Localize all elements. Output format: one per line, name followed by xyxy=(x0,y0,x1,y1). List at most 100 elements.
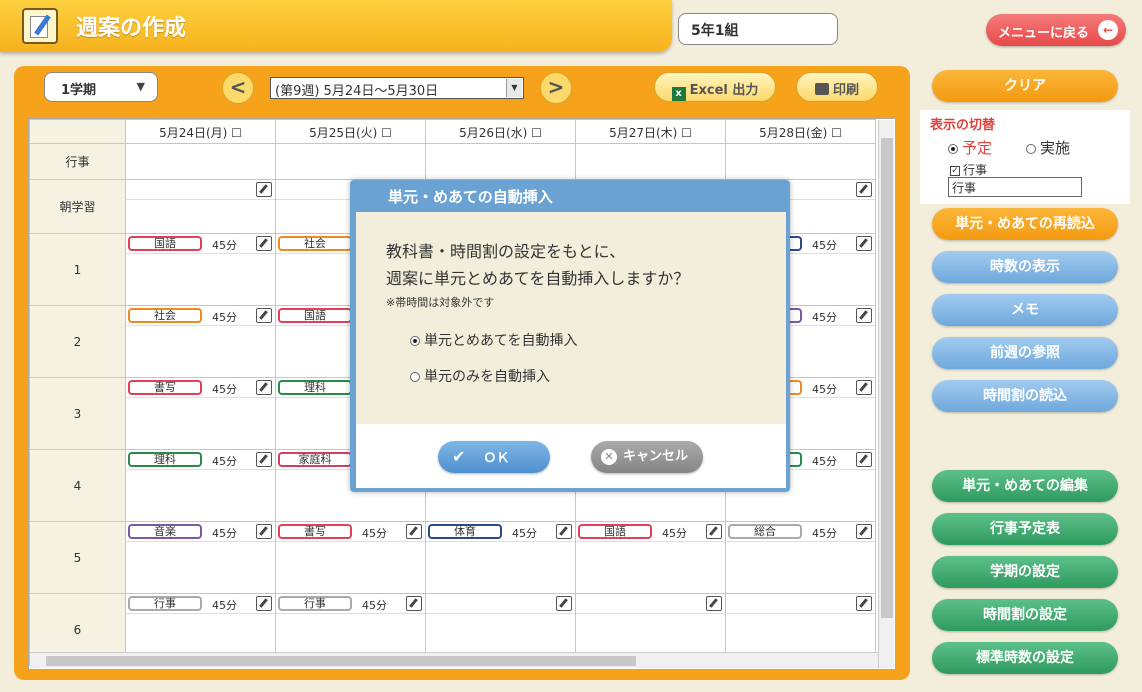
hours-display-button[interactable]: 時数の表示 xyxy=(932,251,1118,283)
lesson-minutes: 45分 xyxy=(812,455,837,468)
edit-icon[interactable] xyxy=(856,182,872,197)
week-select[interactable]: (第9週) 5月24日～5月30日 ▼ xyxy=(270,77,524,99)
dropdown-arrow-icon: ▼ xyxy=(506,79,522,97)
subject-tag[interactable]: 体育 xyxy=(428,524,502,539)
edit-icon[interactable] xyxy=(856,308,872,323)
term-select[interactable]: 1学期 ▼ xyxy=(44,72,158,102)
events-plan-button[interactable]: 行事予定表 xyxy=(932,513,1118,545)
lesson-cell[interactable]: 社会 45分 xyxy=(125,305,276,378)
edit-icon[interactable] xyxy=(256,236,272,251)
edit-icon[interactable] xyxy=(256,452,272,467)
dropdown-triangle-icon: ▼ xyxy=(136,80,145,93)
notebook-icon xyxy=(22,8,58,44)
edit-icon[interactable] xyxy=(406,524,422,539)
subject-tag[interactable]: 書写 xyxy=(128,380,202,395)
edit-icon[interactable] xyxy=(256,380,272,395)
page-title: 週案の作成 xyxy=(76,16,187,41)
edit-icon[interactable] xyxy=(856,596,872,611)
timetable-settings-button[interactable]: 時間割の設定 xyxy=(932,599,1118,631)
back-to-menu-button[interactable]: メニューに戻る ← xyxy=(986,14,1126,46)
scroll-thumb[interactable] xyxy=(46,656,636,666)
events-checkbox[interactable]: ✓ 行事 xyxy=(950,161,987,178)
subject-tag[interactable]: 社会 xyxy=(278,236,352,251)
edit-icon[interactable] xyxy=(256,308,272,323)
option-units-and-goals-label: 単元とめあてを自動挿入 xyxy=(424,333,578,349)
vertical-scrollbar[interactable] xyxy=(878,120,894,668)
lesson-cell[interactable]: 書写 45分 xyxy=(125,377,276,450)
events-field[interactable]: 行事 xyxy=(948,177,1082,197)
option-units-and-goals[interactable]: 単元とめあてを自動挿入 xyxy=(410,330,577,350)
lesson-cell[interactable] xyxy=(125,143,276,180)
load-timetable-button[interactable]: 時間割の読込 xyxy=(932,380,1118,412)
cell-divider xyxy=(126,253,275,254)
dialog-footer xyxy=(356,424,786,488)
subject-tag[interactable]: 総合 xyxy=(728,524,802,539)
edit-icon[interactable] xyxy=(856,380,872,395)
lesson-cell[interactable]: 国語 45分 xyxy=(575,521,726,594)
reload-units-button[interactable]: 単元・めあての再読込 xyxy=(932,208,1118,240)
excel-export-label: Excel 出力 xyxy=(689,83,759,98)
edit-icon[interactable] xyxy=(706,524,722,539)
standard-hours-button[interactable]: 標準時数の設定 xyxy=(932,642,1118,674)
memo-button[interactable]: メモ xyxy=(932,294,1118,326)
lesson-cell[interactable]: 音楽 45分 xyxy=(125,521,276,594)
table-header-row: 5月24日(月) ☐ 5月25日(火) ☐ 5月26日(水) ☐ 5月27日(木) ☐… xyxy=(29,119,876,144)
dialog-title: 単元・めあての自動挿入 xyxy=(388,188,553,206)
lesson-minutes: 45分 xyxy=(662,527,687,540)
lesson-cell[interactable] xyxy=(725,143,876,180)
lesson-cell[interactable]: 理科 45分 xyxy=(125,449,276,522)
edit-icon[interactable] xyxy=(256,524,272,539)
subject-tag[interactable]: 書写 xyxy=(278,524,352,539)
edit-icon[interactable] xyxy=(856,524,872,539)
edit-icon[interactable] xyxy=(856,452,872,467)
prev-week-ref-button[interactable]: 前週の参照 xyxy=(932,337,1118,369)
cell-divider xyxy=(126,613,275,614)
subject-tag[interactable]: 国語 xyxy=(278,308,352,323)
cancel-button[interactable]: ✕ キャンセル xyxy=(591,441,703,473)
edit-icon[interactable] xyxy=(256,596,272,611)
subject-tag[interactable]: 家庭科 xyxy=(278,452,352,467)
edit-units-button[interactable]: 単元・めあての編集 xyxy=(932,470,1118,502)
edit-icon[interactable] xyxy=(556,524,572,539)
radio-plan[interactable]: 予定 xyxy=(948,137,992,158)
radio-done[interactable]: 実施 xyxy=(1026,137,1070,158)
lesson-cell[interactable]: 書写 45分 xyxy=(275,521,426,594)
next-week-button[interactable]: > xyxy=(540,72,572,104)
lesson-cell[interactable]: 体育 45分 xyxy=(425,521,576,594)
subject-tag[interactable]: 行事 xyxy=(278,596,352,611)
lesson-cell[interactable]: 総合 45分 xyxy=(725,521,876,594)
ok-button[interactable]: ✔ ＯＫ xyxy=(438,441,550,473)
subject-tag[interactable]: 行事 xyxy=(128,596,202,611)
lesson-cell[interactable] xyxy=(125,179,276,234)
subject-tag[interactable]: 理科 xyxy=(128,452,202,467)
edit-icon[interactable] xyxy=(706,596,722,611)
row-header: 行事 xyxy=(29,143,126,180)
subject-tag[interactable]: 社会 xyxy=(128,308,202,323)
subject-tag[interactable]: 音楽 xyxy=(128,524,202,539)
row-header: 1 xyxy=(29,233,126,306)
clear-button[interactable]: クリア xyxy=(932,70,1118,102)
term-settings-button[interactable]: 学期の設定 xyxy=(932,556,1118,588)
horizontal-scrollbar[interactable] xyxy=(30,652,878,668)
lesson-cell[interactable] xyxy=(275,143,426,180)
edit-icon[interactable] xyxy=(856,236,872,251)
ok-label: ＯＫ xyxy=(483,451,510,466)
prev-week-button[interactable]: < xyxy=(222,72,254,104)
excel-export-button[interactable]: x Excel 出力 xyxy=(654,72,776,102)
lesson-cell[interactable] xyxy=(575,143,726,180)
print-button[interactable]: 印刷 xyxy=(796,72,878,102)
dialog-note: ※帯時間は対象外です xyxy=(386,296,495,309)
lesson-minutes: 45分 xyxy=(212,527,237,540)
option-units-only[interactable]: 単元のみを自動挿入 xyxy=(410,366,550,386)
subject-tag[interactable]: 国語 xyxy=(128,236,202,251)
cell-divider xyxy=(126,541,275,542)
scroll-thumb[interactable] xyxy=(881,138,893,618)
lesson-cell[interactable]: 国語 45分 xyxy=(125,233,276,306)
edit-icon[interactable] xyxy=(556,596,572,611)
check-icon: ✔ xyxy=(452,447,466,466)
subject-tag[interactable]: 国語 xyxy=(578,524,652,539)
edit-icon[interactable] xyxy=(256,182,272,197)
subject-tag[interactable]: 理科 xyxy=(278,380,352,395)
edit-icon[interactable] xyxy=(406,596,422,611)
lesson-cell[interactable] xyxy=(425,143,576,180)
